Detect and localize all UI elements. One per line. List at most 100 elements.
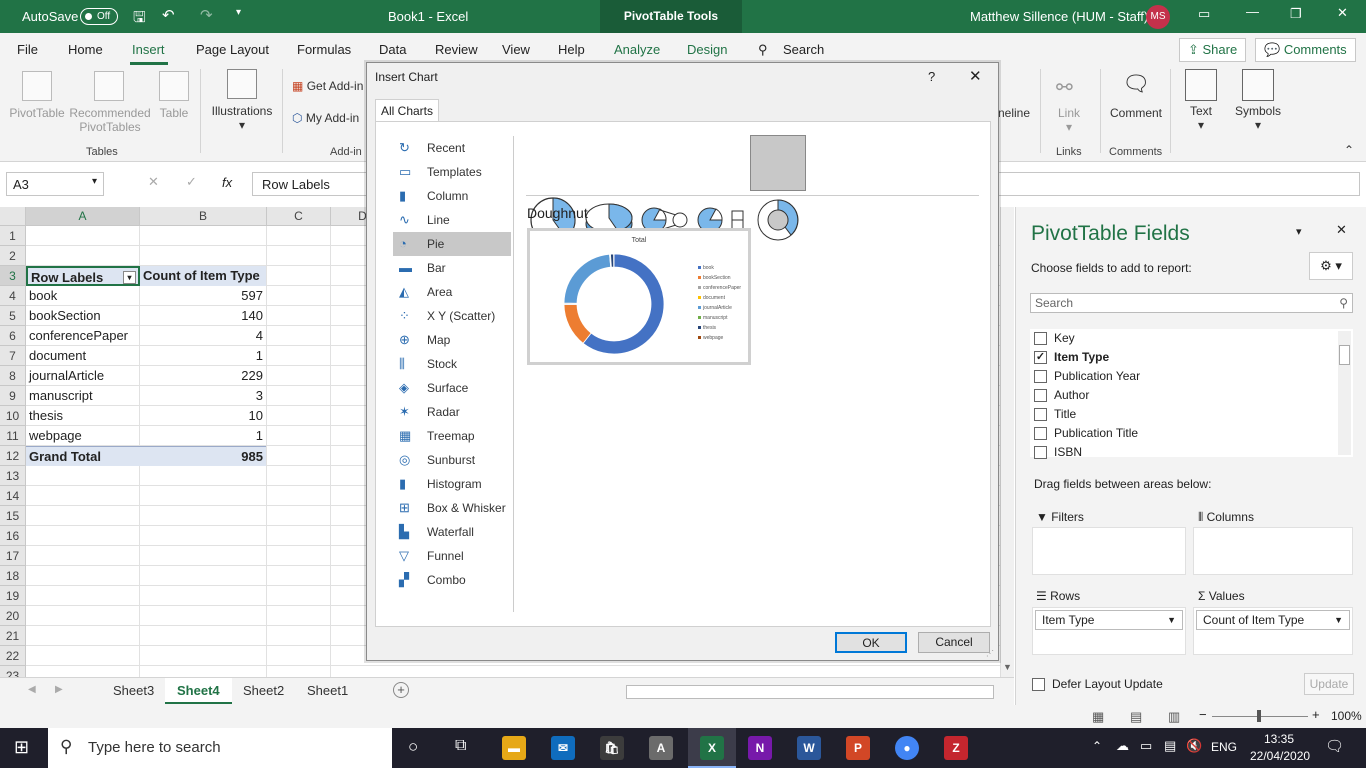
- notifications-icon[interactable]: 🗨: [1325, 737, 1344, 755]
- chart-type-column[interactable]: ▮ Column: [393, 184, 511, 208]
- close-pane-icon[interactable]: ✕: [1336, 222, 1347, 238]
- timeline-button[interactable]: neline: [998, 106, 1030, 120]
- row-header[interactable]: 16: [0, 526, 26, 546]
- field-checkbox[interactable]: Title: [1034, 405, 1076, 424]
- checkbox-icon[interactable]: [1034, 446, 1047, 459]
- powerpoint-icon[interactable]: P: [846, 736, 870, 760]
- filters-drop-area[interactable]: [1032, 527, 1186, 575]
- clock-date[interactable]: 22/04/2020: [1250, 749, 1310, 763]
- scroll-tabs-left-icon[interactable]: ◀: [28, 684, 36, 695]
- checkbox-icon[interactable]: ✓: [1034, 351, 1047, 364]
- app-icon[interactable]: A: [649, 736, 673, 760]
- language-indicator[interactable]: ENG: [1211, 740, 1237, 754]
- row-header[interactable]: 10: [0, 406, 26, 426]
- chart-type-sunburst[interactable]: ◎ Sunburst: [393, 448, 511, 472]
- doughnut-subtype-thumb[interactable]: [751, 194, 805, 246]
- row-label-cell[interactable]: bookSection: [26, 306, 140, 326]
- tab-formulas[interactable]: Formulas: [297, 42, 351, 57]
- count-cell[interactable]: 10: [140, 406, 266, 426]
- pane-options-icon[interactable]: ▾: [1296, 225, 1302, 238]
- tab-all-charts[interactable]: All Charts: [375, 99, 439, 122]
- row-header[interactable]: 19: [0, 586, 26, 606]
- save-icon[interactable]: 🖫: [133, 7, 146, 32]
- tab-review[interactable]: Review: [435, 42, 478, 57]
- recommended-pivottables-button[interactable]: Recommended PivotTables: [68, 106, 152, 134]
- row-label-cell[interactable]: journalArticle: [26, 366, 140, 386]
- scroll-tabs-right-icon[interactable]: ▶: [55, 684, 63, 695]
- chart-type-stock[interactable]: ⫼ Stock: [393, 352, 511, 376]
- field-checkbox[interactable]: ISBN: [1034, 443, 1082, 462]
- chart-type-funnel[interactable]: ▽ Funnel: [393, 544, 511, 568]
- illustrations-button[interactable]: Illustrations ▾: [206, 104, 278, 132]
- tell-me-search[interactable]: Search: [783, 42, 824, 57]
- row-label-cell[interactable]: book: [26, 286, 140, 306]
- sheet-tab-sheet1[interactable]: Sheet1: [295, 678, 360, 704]
- avatar[interactable]: MS: [1146, 5, 1170, 29]
- checkbox-icon[interactable]: [1034, 389, 1047, 402]
- row-label-cell[interactable]: webpage: [26, 426, 140, 446]
- onenote-icon[interactable]: N: [748, 736, 772, 760]
- tab-help[interactable]: Help: [558, 42, 585, 57]
- my-addins-button[interactable]: ⬡ My Add-in: [292, 111, 359, 125]
- row-header[interactable]: 3: [0, 266, 26, 286]
- cortana-icon[interactable]: ○: [408, 737, 418, 757]
- sheet-tab-sheet2[interactable]: Sheet2: [231, 678, 296, 704]
- sheet-tab-sheet4[interactable]: Sheet4: [165, 678, 232, 704]
- checkbox-icon[interactable]: [1034, 332, 1047, 345]
- clock-time[interactable]: 13:35: [1264, 732, 1294, 746]
- chart-type-map[interactable]: ⊕ Map: [393, 328, 511, 352]
- select-all[interactable]: [0, 207, 26, 226]
- close-icon[interactable]: ✕: [1337, 5, 1348, 21]
- defer-layout-checkbox[interactable]: Defer Layout Update: [1032, 675, 1163, 694]
- row-header[interactable]: 12: [0, 446, 26, 466]
- horizontal-scrollbar[interactable]: [626, 685, 994, 699]
- zoom-in-icon[interactable]: +: [1312, 707, 1320, 722]
- checkbox-icon[interactable]: [1034, 370, 1047, 383]
- count-cell[interactable]: 140: [140, 306, 266, 326]
- volume-muted-icon[interactable]: 🔇: [1186, 738, 1202, 754]
- row-header[interactable]: 5: [0, 306, 26, 326]
- row-header[interactable]: 15: [0, 506, 26, 526]
- ribbon-display-icon[interactable]: ▭: [1198, 6, 1210, 22]
- count-cell[interactable]: 597: [140, 286, 266, 306]
- cell-a12[interactable]: Grand Total: [26, 446, 140, 466]
- row-label-cell[interactable]: thesis: [26, 406, 140, 426]
- chart-type-x-y-scatter-[interactable]: ⁘ X Y (Scatter): [393, 304, 511, 328]
- row-label-cell[interactable]: conferencePaper: [26, 326, 140, 346]
- row-header[interactable]: 7: [0, 346, 26, 366]
- chart-type-area[interactable]: ◭ Area: [393, 280, 511, 304]
- search-icon[interactable]: ⚲: [758, 42, 768, 58]
- cancel-button[interactable]: Cancel: [918, 632, 990, 653]
- pivottable-button[interactable]: PivotTable: [8, 106, 66, 120]
- task-view-icon[interactable]: ⧉: [455, 737, 466, 755]
- row-label-cell[interactable]: manuscript: [26, 386, 140, 406]
- link-button[interactable]: Link ▾: [1058, 106, 1080, 134]
- word-icon[interactable]: W: [797, 736, 821, 760]
- resize-grip-icon[interactable]: ⋰: [986, 649, 994, 658]
- tab-data[interactable]: Data: [379, 42, 406, 57]
- store-icon[interactable]: 🛍: [600, 736, 624, 760]
- cell-b3[interactable]: Count of Item Type: [140, 266, 266, 286]
- chart-type-recent[interactable]: ↻ Recent: [393, 136, 511, 160]
- redo-icon[interactable]: ↷: [200, 6, 213, 24]
- cancel-icon[interactable]: ✕: [148, 174, 159, 190]
- tab-page-layout[interactable]: Page Layout: [196, 42, 269, 57]
- chart-type-histogram[interactable]: ▮ Histogram: [393, 472, 511, 496]
- name-box-dropdown-icon[interactable]: ▾: [92, 176, 97, 187]
- count-cell[interactable]: 3: [140, 386, 266, 406]
- close-dialog-icon[interactable]: ✕: [969, 67, 982, 85]
- mail-icon[interactable]: ✉: [551, 736, 575, 760]
- windows-start-icon[interactable]: ⊞: [14, 737, 29, 758]
- onedrive-icon[interactable]: ☁: [1116, 738, 1129, 754]
- customize-qat-icon[interactable]: ▾: [236, 7, 241, 18]
- gear-icon[interactable]: ⚙ ▾: [1309, 252, 1353, 280]
- page-layout-view-icon[interactable]: ▤: [1130, 709, 1142, 725]
- sheet-tab-sheet3[interactable]: Sheet3: [101, 678, 166, 704]
- row-header[interactable]: 2: [0, 246, 26, 266]
- field-checkbox[interactable]: ✓ Item Type: [1034, 348, 1109, 367]
- rows-field-item-type[interactable]: Item Type ▼: [1035, 610, 1183, 630]
- tab-home[interactable]: Home: [68, 42, 103, 57]
- zoom-slider-handle[interactable]: [1257, 710, 1261, 722]
- chart-type-combo[interactable]: ▞ Combo: [393, 568, 511, 592]
- file-explorer-icon[interactable]: ▬: [502, 736, 526, 760]
